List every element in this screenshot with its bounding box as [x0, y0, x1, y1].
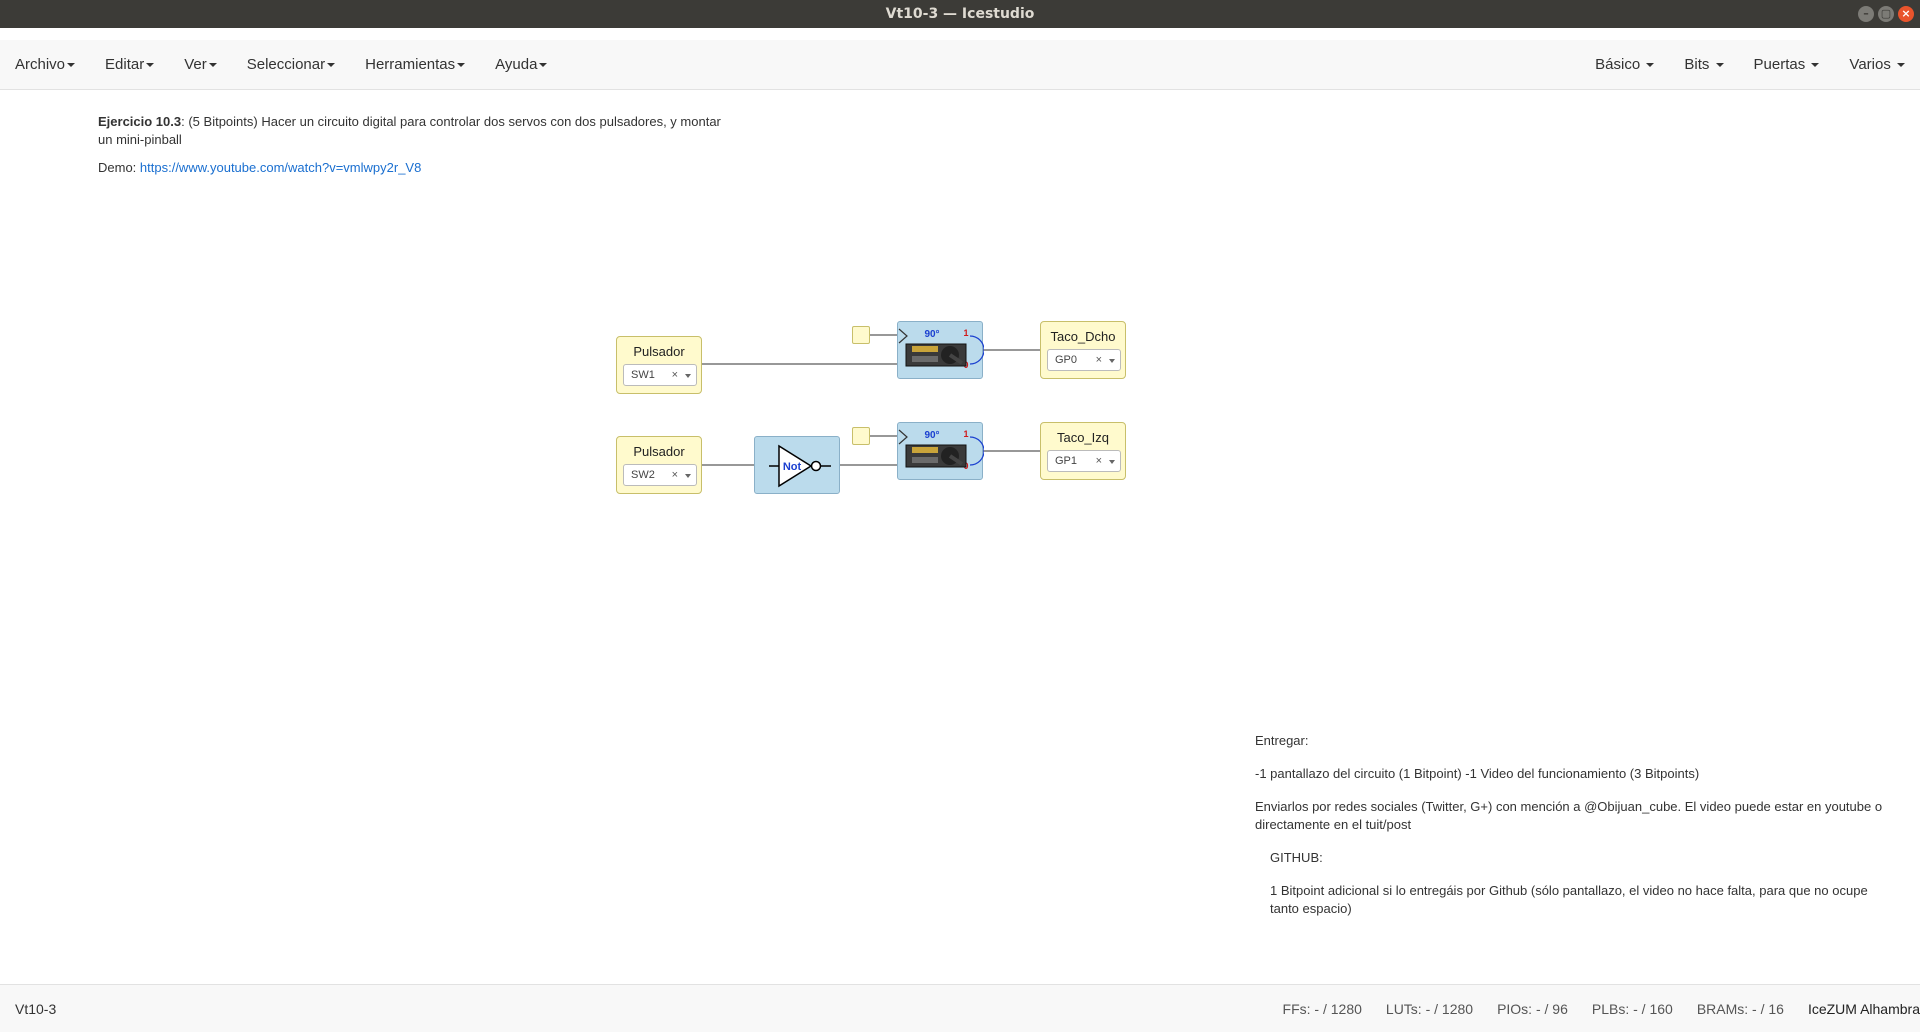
output-block-name: Taco_Izq	[1056, 430, 1110, 445]
output-block-taco-izq[interactable]: Taco_Izq GP1 ×	[1040, 422, 1126, 480]
caret-down-icon	[1646, 63, 1655, 68]
servo-angle-label: 90°	[924, 329, 939, 340]
caret-down-icon	[539, 63, 548, 68]
status-bar: Vt10-3 FFs: - / 1280 LUTs: - / 1280 PIOs…	[0, 984, 1920, 1032]
project-name: Vt10-3	[15, 1001, 57, 1017]
pin-select-gp1[interactable]: GP1 ×	[1047, 450, 1121, 472]
menu-herramientas-label: Herramientas	[365, 56, 456, 73]
chevron-down-icon[interactable]	[685, 474, 691, 478]
menu-editar[interactable]: Editar	[90, 40, 169, 90]
minimize-icon[interactable]: –	[1858, 6, 1874, 22]
menu-ayuda[interactable]: Ayuda	[480, 40, 562, 90]
not-gate-label: Not	[783, 461, 802, 473]
clear-icon[interactable]: ×	[1096, 350, 1102, 370]
wires-layer	[702, 334, 1040, 466]
chevron-down-icon[interactable]	[685, 374, 691, 378]
menu-archivo[interactable]: Archivo	[0, 40, 90, 90]
pin-value: SW1	[631, 369, 655, 381]
caret-down-icon	[208, 63, 217, 68]
menu-bar: Archivo Editar Ver Seleccionar Herramien…	[0, 40, 1920, 90]
menu-bits[interactable]: Bits	[1669, 40, 1738, 90]
titlebar-gap	[0, 28, 1920, 40]
pin-value: GP1	[1055, 455, 1078, 467]
stat-plbs: PLBs: - / 160	[1591, 1001, 1673, 1017]
main-menu: Archivo Editar Ver Seleccionar Herramien…	[0, 40, 562, 90]
menu-basico-label: Básico	[1595, 56, 1641, 73]
close-icon[interactable]: ×	[1898, 6, 1914, 22]
servo-icon: 90° 1 0	[898, 429, 985, 471]
pin-value: SW2	[631, 469, 655, 481]
servo-block-1[interactable]: 90° 1 0	[897, 321, 985, 379]
window-controls: – ▢ ×	[1858, 6, 1914, 22]
menu-puertas[interactable]: Puertas	[1739, 40, 1835, 90]
chevron-down-icon[interactable]	[1109, 460, 1115, 464]
output-block-taco-dcho[interactable]: Taco_Dcho GP0 ×	[1040, 321, 1126, 379]
menu-seleccionar-label: Seleccionar	[246, 56, 326, 73]
caret-down-icon	[67, 63, 76, 68]
caret-down-icon	[457, 63, 466, 68]
output-block-name: Taco_Dcho	[1050, 329, 1116, 344]
servo-high-label: 1	[963, 328, 968, 338]
clear-icon[interactable]: ×	[1096, 451, 1102, 471]
input-block-sw2[interactable]: Pulsador SW2 ×	[616, 436, 702, 494]
pin-select-sw2[interactable]: SW2 ×	[623, 464, 697, 486]
constant-input-1[interactable]	[852, 326, 870, 344]
board-name[interactable]: IceZUM Alhambra	[1808, 985, 1920, 1033]
input-block-name: Pulsador	[633, 344, 685, 359]
window-titlebar: Vt10-3 — Icestudio – ▢ ×	[0, 0, 1920, 28]
pin-select-sw1[interactable]: SW1 ×	[623, 364, 697, 386]
menu-basico[interactable]: Básico	[1580, 40, 1669, 90]
menu-ver-label: Ver	[184, 56, 207, 73]
servo-icon: 90° 1 0	[898, 328, 985, 370]
blocks-menu: Básico Bits Puertas Varios	[1580, 40, 1920, 90]
pin-select-gp0[interactable]: GP0 ×	[1047, 349, 1121, 371]
menu-varios-label: Varios	[1849, 56, 1891, 73]
resource-stats: FFs: - / 1280 LUTs: - / 1280 PIOs: - / 9…	[1283, 985, 1920, 1033]
chevron-down-icon[interactable]	[1109, 359, 1115, 363]
pin-value: GP0	[1055, 354, 1078, 366]
clear-icon[interactable]: ×	[672, 465, 678, 485]
caret-down-icon	[327, 63, 336, 68]
menu-archivo-label: Archivo	[15, 56, 66, 73]
menu-ayuda-label: Ayuda	[495, 56, 538, 73]
window-title: Vt10-3 — Icestudio	[885, 6, 1035, 22]
input-block-name: Pulsador	[633, 444, 685, 459]
caret-down-icon	[1811, 63, 1820, 68]
servo-angle-label: 90°	[924, 430, 939, 441]
menu-ver[interactable]: Ver	[169, 40, 232, 90]
caret-down-icon	[146, 63, 155, 68]
not-gate-icon: Not	[769, 444, 831, 488]
caret-down-icon	[1897, 63, 1905, 68]
clear-icon[interactable]: ×	[672, 365, 678, 385]
stat-pios: PIOs: - / 96	[1497, 1001, 1568, 1017]
menu-bits-label: Bits	[1684, 56, 1710, 73]
caret-down-icon	[1715, 63, 1724, 68]
servo-high-label: 1	[963, 429, 968, 439]
stat-luts: LUTs: - / 1280	[1385, 1001, 1474, 1017]
input-block-sw1[interactable]: Pulsador SW1 ×	[616, 336, 702, 394]
servo-block-2[interactable]: 90° 1 0	[897, 422, 985, 480]
not-gate-block[interactable]: Not	[754, 436, 840, 494]
menu-puertas-label: Puertas	[1753, 56, 1806, 73]
stat-ffs: FFs: - / 1280	[1282, 1001, 1362, 1017]
menu-seleccionar[interactable]: Seleccionar	[232, 40, 350, 90]
menu-herramientas[interactable]: Herramientas	[350, 40, 480, 90]
menu-varios[interactable]: Varios	[1834, 40, 1920, 90]
stat-brams: BRAMs: - / 16	[1696, 1001, 1784, 1017]
constant-input-2[interactable]	[852, 427, 870, 445]
maximize-icon[interactable]: ▢	[1878, 6, 1894, 22]
menu-editar-label: Editar	[105, 56, 145, 73]
design-canvas[interactable]: Ejercicio 10.3: (5 Bitpoints) Hacer un c…	[0, 91, 1920, 984]
